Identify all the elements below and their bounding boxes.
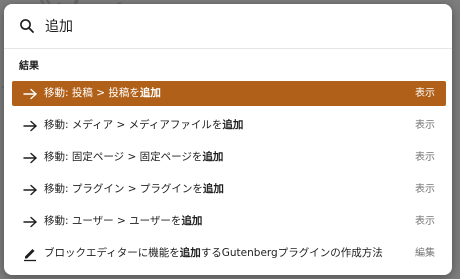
result-label-prefix: 移動: メディア > メディアファイルを <box>44 119 223 131</box>
result-item-label: 移動: プラグイン > プラグインを追加 <box>44 182 224 197</box>
search-row <box>4 4 452 49</box>
result-label-prefix: 移動: プラグイン > プラグインを <box>44 183 203 195</box>
result-item-label: 移動: 投稿 > 投稿を追加 <box>44 86 161 101</box>
result-item[interactable]: 移動: 投稿 > 投稿を追加 表示 <box>12 81 446 106</box>
results-group-label: 結果 <box>19 61 39 72</box>
result-action-label: 表示 <box>415 184 435 195</box>
result-label-prefix: 移動: ユーザー > ユーザーを <box>44 215 182 227</box>
arrow-right-icon <box>22 182 38 198</box>
arrow-right-icon <box>22 86 38 102</box>
result-label-suffix: するGutenbergプラグインの作成方法 <box>200 247 383 259</box>
result-label-match: 追加 <box>139 87 161 99</box>
search-icon <box>19 18 35 34</box>
arrow-right-icon <box>22 214 38 230</box>
result-item-label: 移動: ユーザー > ユーザーを追加 <box>44 214 202 229</box>
result-item[interactable]: 移動: メディア > メディアファイルを追加 表示 <box>12 113 446 138</box>
result-item[interactable]: ブロックエディターに機能を追加するGutenbergプラグインの作成方法 編集 <box>12 241 446 266</box>
result-item-label: 移動: 固定ページ > 固定ページを追加 <box>44 150 223 165</box>
result-item-label: 移動: メディア > メディアファイルを追加 <box>44 118 243 133</box>
command-search-input[interactable] <box>43 14 435 38</box>
result-label-prefix: ブロックエディターに機能を <box>44 247 180 259</box>
result-label-prefix: 移動: 固定ページ > 固定ページを <box>44 151 203 163</box>
result-action-label: 表示 <box>415 88 435 99</box>
arrow-right-icon <box>22 150 38 166</box>
edit-post-icon <box>22 246 38 262</box>
result-label-match: 追加 <box>202 151 224 163</box>
result-action-label: 編集 <box>415 248 435 259</box>
result-label-match: 追加 <box>179 247 201 259</box>
result-label-match: 追加 <box>181 215 203 227</box>
result-label-match: 追加 <box>222 119 244 131</box>
result-action-label: 表示 <box>415 152 435 163</box>
result-item-label: ブロックエディターに機能を追加するGutenbergプラグインの作成方法 <box>44 246 383 261</box>
arrow-right-icon <box>22 118 38 134</box>
result-item[interactable]: 移動: プラグイン > プラグインを追加 表示 <box>12 177 446 202</box>
result-label-match: 追加 <box>202 183 224 195</box>
result-action-label: 表示 <box>415 216 435 227</box>
command-palette: 結果 移動: 投稿 > 投稿を追加表示移動: メディア > メディアファイルを追… <box>4 4 452 275</box>
result-item[interactable]: 移動: ユーザー > ユーザーを追加 表示 <box>12 209 446 234</box>
result-action-label: 表示 <box>415 120 435 131</box>
result-label-prefix: 移動: 投稿 > 投稿を <box>44 87 140 99</box>
result-item[interactable]: 移動: 固定ページ > 固定ページを追加 表示 <box>12 145 446 170</box>
